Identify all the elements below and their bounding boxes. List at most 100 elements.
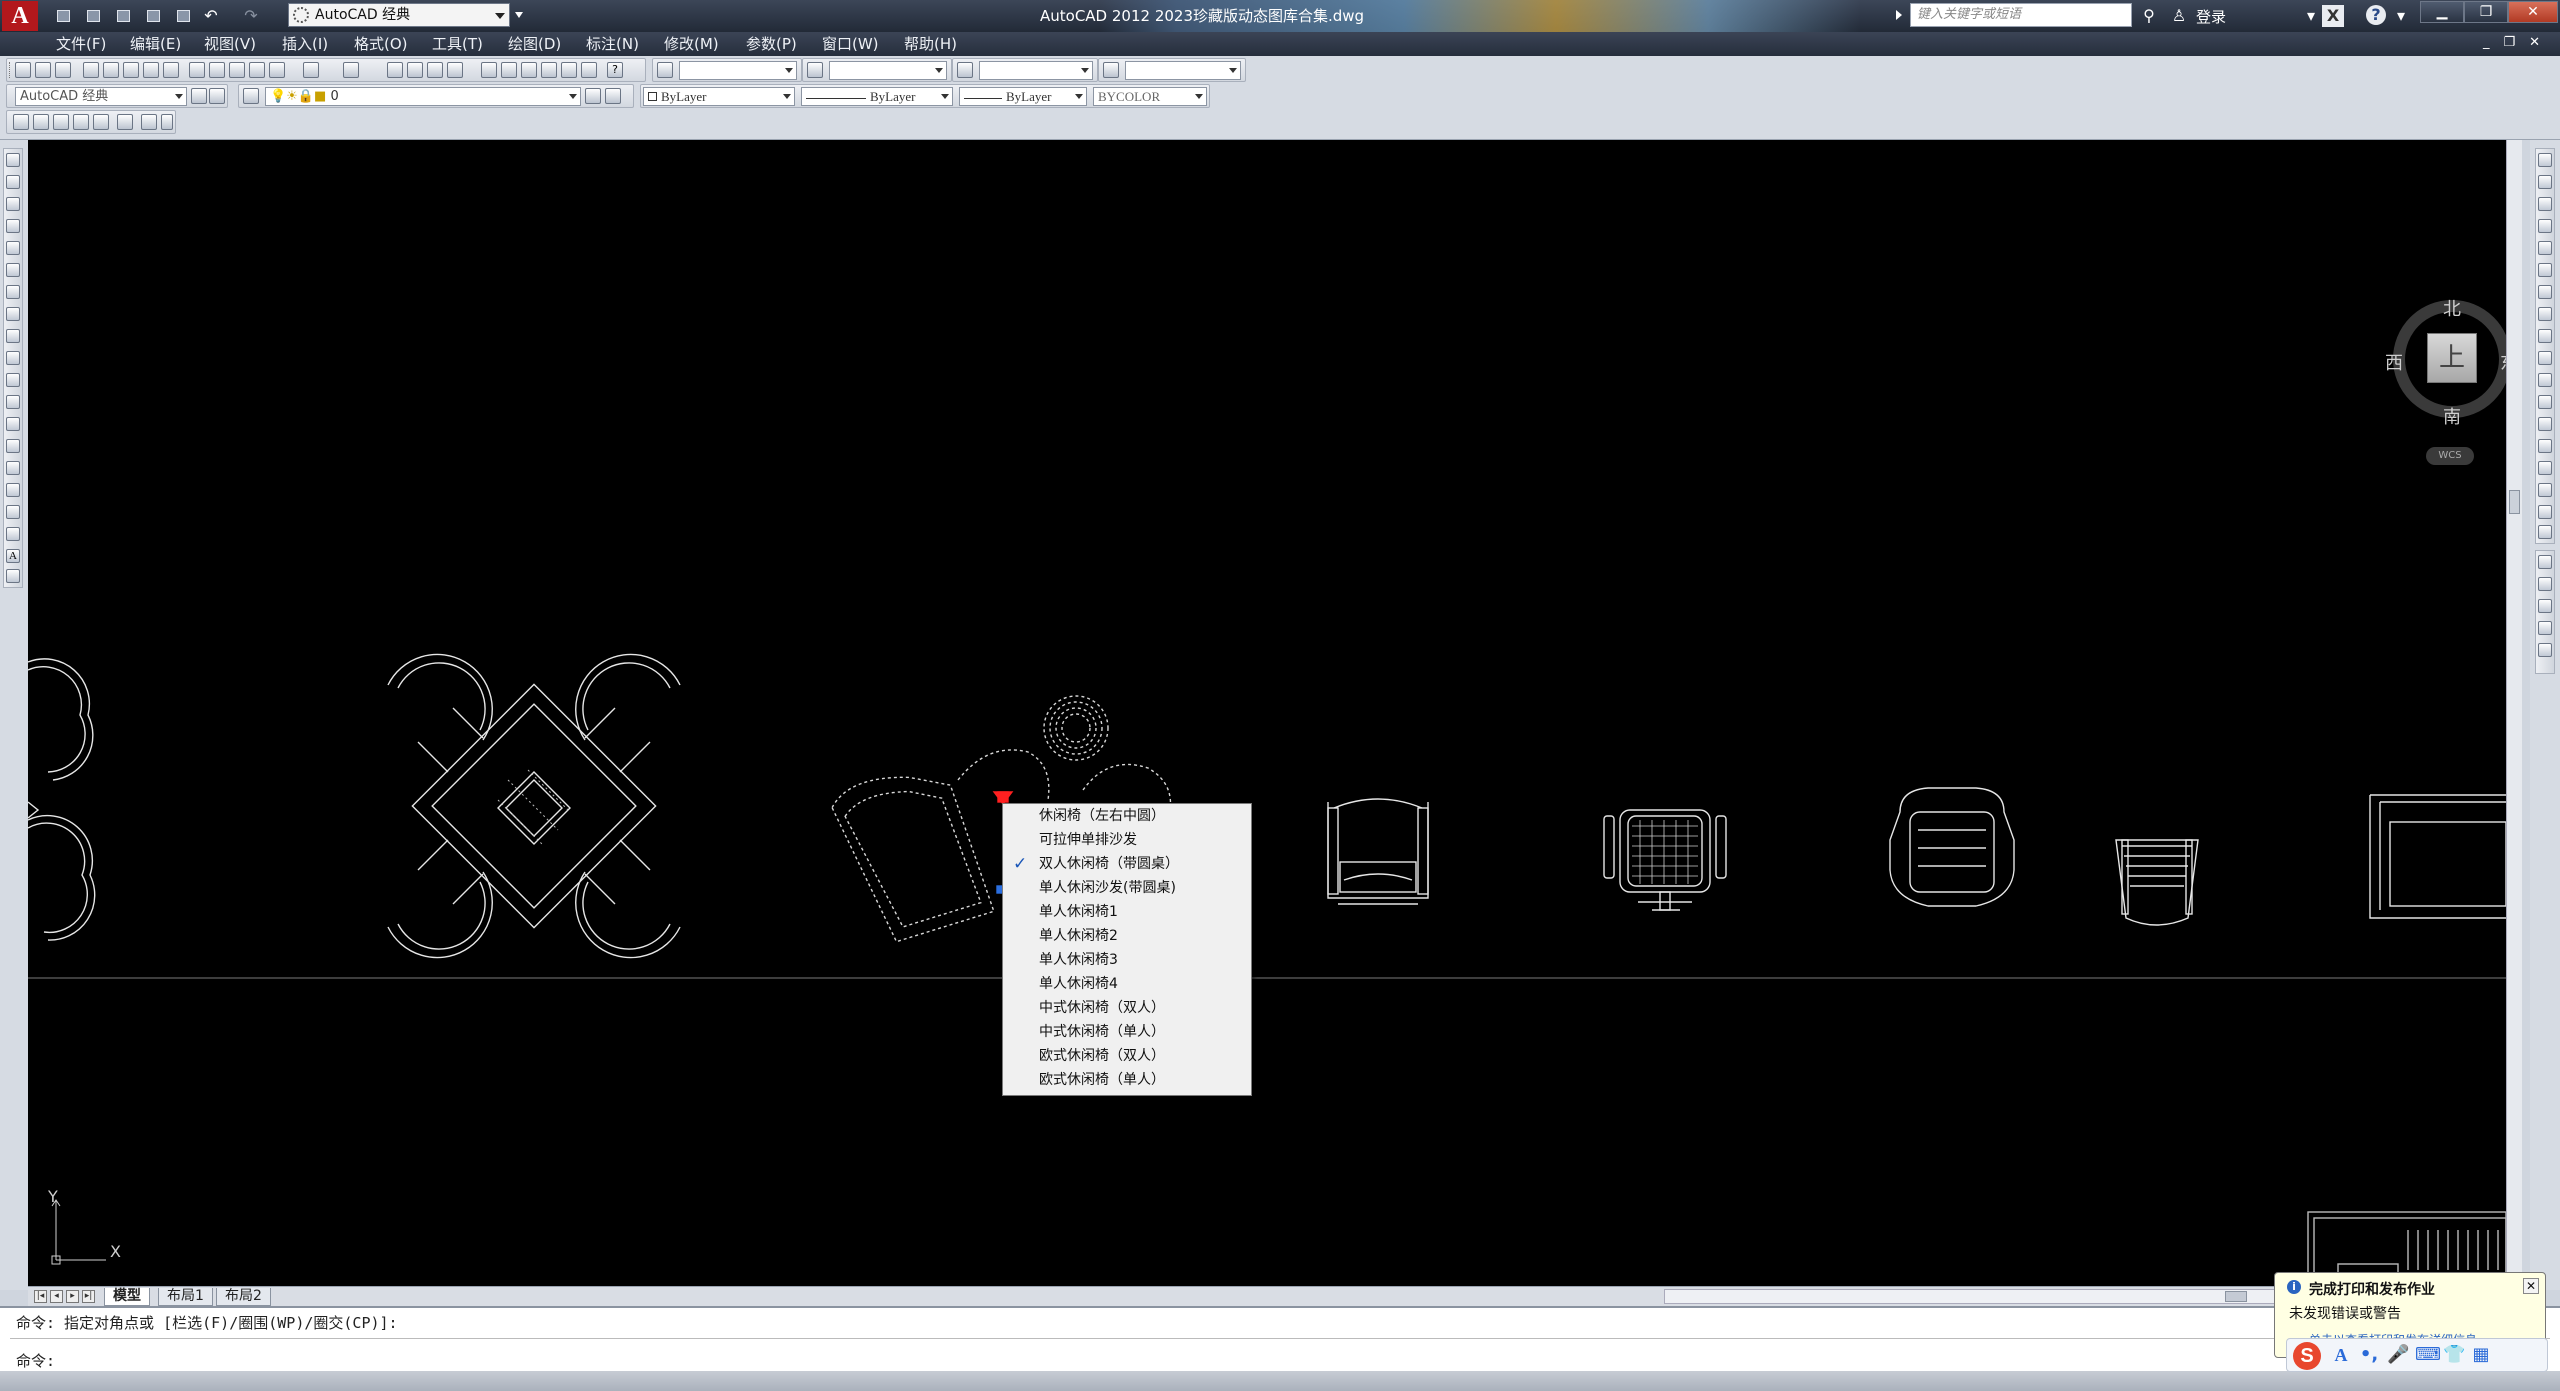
menu-file[interactable]: 文件(F) <box>56 34 106 54</box>
toolbox-icon[interactable]: ▦ <box>2471 1345 2491 1365</box>
menu-item-visibility-6[interactable]: 单人休闲椅3 <box>1003 948 1251 972</box>
compass-north[interactable]: 北 <box>2443 295 2461 321</box>
ellipse-arc-icon[interactable] <box>6 373 20 387</box>
bring-above-icon[interactable] <box>2538 599 2552 613</box>
bring-to-front-icon[interactable] <box>2538 555 2552 569</box>
menu-item-visibility-7[interactable]: 单人休闲椅4 <box>1003 972 1251 996</box>
tab-layout1[interactable]: 布局1 <box>158 1288 213 1306</box>
add-selected-icon[interactable] <box>6 569 20 583</box>
login-link[interactable]: 登录 <box>2196 6 2226 27</box>
properties-icon[interactable] <box>481 62 497 78</box>
workspace-settings-icon[interactable] <box>191 88 207 104</box>
menu-item-visibility-3[interactable]: 单人休闲沙发(带圆桌) <box>1003 876 1251 900</box>
wcs-menu-button[interactable]: WCS <box>2426 447 2474 465</box>
make-current-layer-icon[interactable] <box>585 88 601 104</box>
text-style-combo[interactable] <box>679 61 797 80</box>
last-layout-button[interactable]: ▸| <box>82 1290 95 1303</box>
ellipse-icon[interactable] <box>6 351 20 365</box>
help-search-input[interactable]: 键入关键字或短语 <box>1910 3 2132 27</box>
multiline-text-icon[interactable]: A <box>6 549 20 563</box>
menu-edit[interactable]: 编辑(E) <box>130 34 181 54</box>
array-icon[interactable] <box>2538 241 2552 255</box>
send-to-back-icon[interactable] <box>2538 577 2552 591</box>
lineweight-combo[interactable]: ByLayer <box>959 87 1087 106</box>
dim-style-combo[interactable] <box>829 61 947 80</box>
plot-preview-icon[interactable] <box>103 62 119 78</box>
spline-icon[interactable] <box>6 329 20 343</box>
dropdown-icon[interactable]: ▾ <box>2390 5 2412 27</box>
view-icon[interactable] <box>53 114 69 130</box>
exchange-icon[interactable]: X <box>2322 5 2344 27</box>
menu-modify[interactable]: 修改(M) <box>664 34 719 54</box>
quick-access-expand-button[interactable] <box>512 3 526 27</box>
document-window-controls[interactable]: _❐✕ <box>2483 35 2554 50</box>
color-combo[interactable]: ByLayer <box>643 87 795 106</box>
help-icon[interactable]: ? <box>607 62 623 78</box>
vertical-scrollbar[interactable] <box>2506 140 2522 1286</box>
block-editor-icon[interactable] <box>269 62 285 78</box>
save-icon[interactable] <box>55 62 71 78</box>
ime-mode-icon[interactable]: A <box>2331 1345 2351 1365</box>
line-icon[interactable] <box>6 153 20 167</box>
make-block-icon[interactable] <box>6 417 20 431</box>
region-icon[interactable] <box>6 505 20 519</box>
menu-view[interactable]: 视图(V) <box>204 34 256 54</box>
sheet-set-icon[interactable] <box>541 62 557 78</box>
erase-icon[interactable] <box>2538 153 2552 167</box>
open-icon[interactable] <box>35 62 51 78</box>
maximize-button[interactable]: ❐ <box>2464 1 2508 23</box>
tool-palettes-icon[interactable] <box>521 62 537 78</box>
new-file-icon[interactable] <box>52 5 74 27</box>
layer-previous-icon[interactable] <box>605 88 621 104</box>
design-center-icon[interactable] <box>501 62 517 78</box>
extend-icon[interactable] <box>2538 373 2552 387</box>
construction-line-icon[interactable] <box>6 175 20 189</box>
save-as-icon[interactable] <box>142 5 164 27</box>
gradient-icon[interactable] <box>6 483 20 497</box>
scroll-thumb[interactable] <box>2225 1291 2247 1302</box>
redo-icon[interactable]: ↷ <box>240 5 262 27</box>
mleader-style-icon[interactable] <box>1103 62 1119 78</box>
copy-icon[interactable] <box>209 62 225 78</box>
revision-cloud-icon[interactable] <box>6 307 20 321</box>
point-icon[interactable] <box>6 439 20 453</box>
viewcube[interactable]: 上 北 南 东 西 WCS <box>2383 295 2506 475</box>
sogou-logo-icon[interactable]: S <box>2293 1342 2321 1370</box>
plot-icon[interactable] <box>172 5 194 27</box>
break-icon[interactable] <box>2538 417 2552 431</box>
workspace-selector[interactable]: AutoCAD 经典 <box>288 3 510 27</box>
chamfer-icon[interactable] <box>2538 461 2552 475</box>
view-icon[interactable] <box>73 114 89 130</box>
menu-item-visibility-2[interactable]: ✓ 双人休闲椅（带圆桌） <box>1003 852 1251 876</box>
linetype-combo[interactable]: ByLayer <box>801 87 953 106</box>
scale-icon[interactable] <box>2538 307 2552 321</box>
close-button[interactable]: ✕ <box>2508 1 2558 23</box>
view-icon[interactable] <box>33 114 49 130</box>
prev-layout-button[interactable]: ◂ <box>50 1290 63 1303</box>
first-layout-button[interactable]: |◂ <box>34 1290 47 1303</box>
close-icon[interactable]: ✕ <box>2523 1278 2539 1294</box>
tab-model[interactable]: 模型 <box>104 1288 150 1306</box>
keyboard-icon[interactable]: ⌨ <box>2415 1345 2441 1365</box>
etransmit-icon[interactable] <box>163 62 179 78</box>
hatch-icon[interactable] <box>6 461 20 475</box>
microphone-icon[interactable]: 🎤 <box>2387 1345 2409 1365</box>
match-properties-icon[interactable] <box>249 62 265 78</box>
send-under-icon[interactable] <box>2538 621 2552 635</box>
paste-icon[interactable] <box>229 62 245 78</box>
insert-block-icon[interactable] <box>6 395 20 409</box>
zoom-window-icon[interactable] <box>427 62 443 78</box>
menu-item-visibility-1[interactable]: 可拉伸单排沙发 <box>1003 828 1251 852</box>
blend-curves-icon[interactable] <box>2538 505 2552 519</box>
trim-icon[interactable] <box>2538 351 2552 365</box>
view-icon[interactable] <box>117 114 133 130</box>
menu-insert[interactable]: 插入(I) <box>282 34 328 54</box>
menu-item-visibility-9[interactable]: 中式休闲椅（单人） <box>1003 1020 1251 1044</box>
rectangle-icon[interactable] <box>6 241 20 255</box>
menu-tools[interactable]: 工具(T) <box>432 34 483 54</box>
layer-combo[interactable]: 💡☀🔒■ 0 <box>265 87 581 106</box>
cut-icon[interactable] <box>189 62 205 78</box>
publish-icon[interactable] <box>123 62 139 78</box>
menu-parametric[interactable]: 参数(P) <box>746 34 797 54</box>
rotate-icon[interactable] <box>2538 285 2552 299</box>
